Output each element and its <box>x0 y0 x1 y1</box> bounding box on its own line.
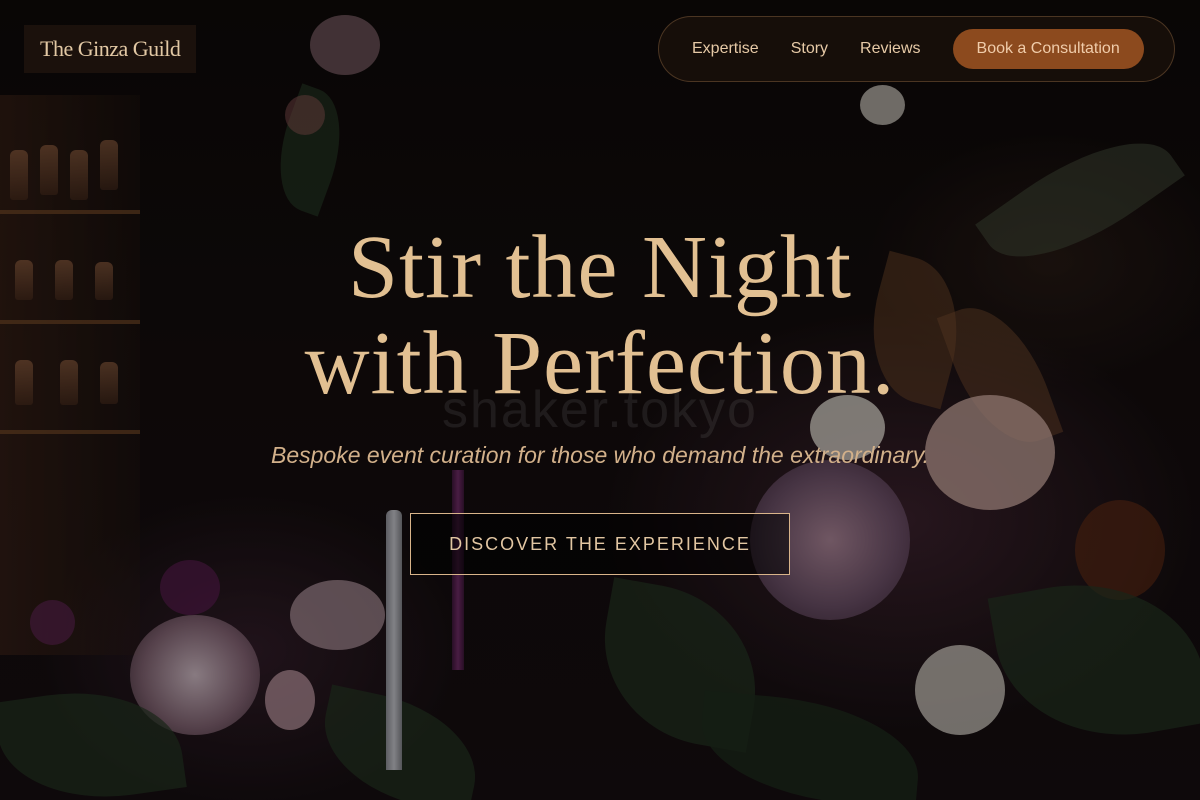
main-navigation: Expertise Story Reviews Book a Consultat… <box>658 16 1175 82</box>
nav-link-reviews[interactable]: Reviews <box>860 40 920 58</box>
hero-section: shaker.tokyo The Ginza Guild Expertise S… <box>0 0 1200 800</box>
book-consultation-button[interactable]: Book a Consultation <box>952 29 1144 69</box>
brand-logo[interactable]: The Ginza Guild <box>24 25 197 73</box>
nav-link-expertise[interactable]: Expertise <box>692 40 759 58</box>
hero-headline-line-1: Stir the Night <box>348 218 852 317</box>
hero-headline-line-2: with Perfection. <box>304 314 896 413</box>
discover-experience-button[interactable]: DISCOVER THE EXPERIENCE <box>410 513 790 575</box>
hero-headline: Stir the Night with Perfection. <box>0 220 1200 412</box>
hero-subheadline: Bespoke event curation for those who dem… <box>270 442 929 468</box>
nav-link-story[interactable]: Story <box>791 40 828 58</box>
